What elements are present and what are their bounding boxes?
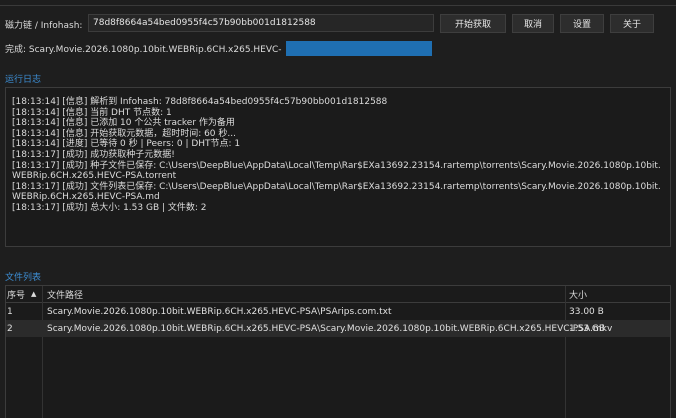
log-section-title: 运行日志 — [5, 75, 42, 85]
row-path: Scary.Movie.2026.1080p.10bit.WEBRip.6CH.… — [47, 323, 613, 334]
column-header-path[interactable]: 文件路径 — [47, 286, 83, 302]
status-text: 完成: Scary.Movie.2026.1080p.10bit.WEBRip.… — [5, 44, 282, 55]
magnet-row: 磁力链 / Infohash: — [5, 14, 434, 34]
row-size: 1.53 GB — [569, 323, 606, 334]
log-line: [18:13:14] [信息] 当前 DHT 节点数: 1 — [12, 107, 172, 118]
row-size: 33.00 B — [569, 306, 604, 317]
log-line: [18:13:17] [成功] 文件列表已保存: C:\Users\DeepBl… — [12, 181, 661, 203]
log-line: [18:13:14] [信息] 已添加 10 个公共 tracker 作为备用 — [12, 118, 235, 129]
log-line: [18:13:14] [进度] 已等待 0 秒 | Peers: 0 | DHT… — [12, 139, 241, 150]
row-index: 1 — [7, 306, 13, 317]
top-divider — [0, 5, 676, 6]
files-section-title: 文件列表 — [5, 273, 42, 283]
log-line: [18:13:17] [成功] 成功获取种子元数据! — [12, 149, 175, 160]
row-path: Scary.Movie.2026.1080p.10bit.WEBRip.6CH.… — [47, 306, 392, 317]
table-row[interactable]: 1 Scary.Movie.2026.1080p.10bit.WEBRip.6C… — [6, 303, 670, 320]
column-header-size[interactable]: 大小 — [569, 286, 587, 302]
table-header: 序号 ▲ 文件路径 大小 — [6, 286, 670, 303]
about-button[interactable]: 关于 — [610, 14, 654, 33]
log-line: [18:13:14] [信息] 解析到 Infohash: 78d8f8664a… — [12, 97, 388, 107]
table-row[interactable]: 2 Scary.Movie.2026.1080p.10bit.WEBRip.6C… — [6, 320, 670, 337]
magnet-label: 磁力链 / Infohash: — [5, 20, 83, 31]
start-fetch-button[interactable]: 开始获取 — [440, 14, 506, 33]
log-line: [18:13:17] [成功] 总大小: 1.53 GB | 文件数: 2 — [12, 202, 207, 213]
progress-fill — [286, 41, 432, 56]
settings-button[interactable]: 设置 — [560, 14, 604, 33]
column-header-index[interactable]: 序号 ▲ — [7, 286, 43, 302]
sort-ascending-icon: ▲ — [31, 290, 37, 298]
log-line: [18:13:17] [成功] 种子文件已保存: C:\Users\DeepBl… — [12, 160, 661, 182]
row-index: 2 — [7, 323, 13, 334]
log-panel[interactable]: [18:13:14] [信息] 解析到 Infohash: 78d8f8664a… — [5, 87, 671, 247]
cancel-button[interactable]: 取消 — [512, 14, 554, 33]
log-line: [18:13:14] [信息] 开始获取元数据，超时时间: 60 秒... — [12, 128, 236, 139]
file-table: 序号 ▲ 文件路径 大小 1 Scary.Movie.2026.1080p.10… — [5, 285, 671, 418]
progress-bar — [286, 41, 432, 56]
magnet-input[interactable] — [88, 14, 434, 32]
